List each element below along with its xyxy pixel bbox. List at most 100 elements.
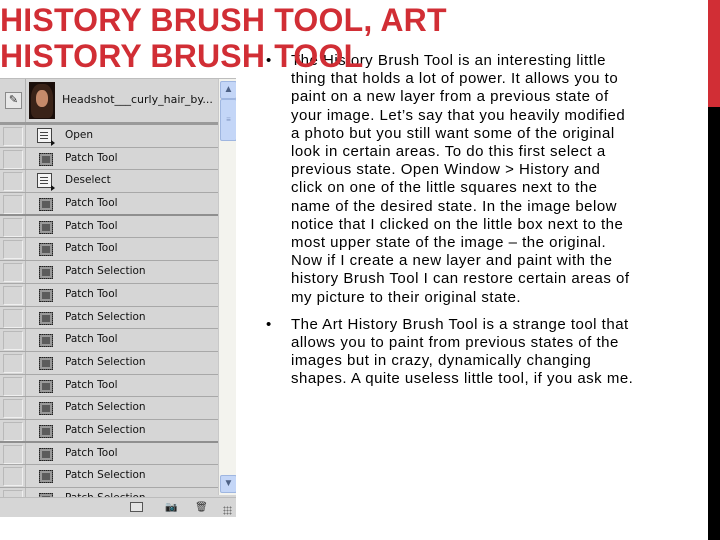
- history-state-row[interactable]: Patch Selection: [0, 306, 218, 330]
- row-divider: [25, 261, 26, 283]
- patch-icon: [39, 356, 53, 370]
- row-divider: [25, 215, 26, 238]
- history-scrollbar[interactable]: ▲ ≡ ▼: [218, 79, 236, 495]
- history-state-row[interactable]: Patch Selection: [0, 261, 218, 284]
- new-document-from-state-icon[interactable]: [130, 502, 143, 512]
- slide-title-line-2: HISTORY BRUSH TOOL: [0, 38, 364, 74]
- scroll-down-button[interactable]: ▼: [220, 475, 236, 493]
- thumbnail-face: [36, 90, 48, 107]
- history-source-checkbox[interactable]: [3, 285, 23, 305]
- history-source-checkbox[interactable]: [3, 127, 23, 146]
- row-divider: [25, 442, 26, 465]
- scroll-up-button[interactable]: ▲: [220, 81, 236, 99]
- history-panel-footer: 📷 🗑: [0, 497, 236, 517]
- history-state-row[interactable]: Patch Tool: [0, 442, 218, 466]
- history-state-label: Patch Tool: [65, 197, 118, 210]
- history-state-row[interactable]: Patch Tool: [0, 374, 218, 398]
- history-source-checkbox[interactable]: [3, 353, 23, 373]
- history-state-row[interactable]: Patch Tool: [0, 329, 218, 352]
- patch-icon: [39, 198, 53, 212]
- history-source-checkbox[interactable]: [3, 240, 23, 260]
- row-divider: [25, 329, 26, 351]
- row-divider: [25, 283, 26, 306]
- history-source-checkbox[interactable]: [3, 444, 23, 464]
- resize-grip[interactable]: [223, 506, 232, 515]
- row-divider: [25, 465, 26, 487]
- history-state-row[interactable]: Patch Tool: [0, 283, 218, 307]
- patch-icon: [39, 152, 53, 166]
- slide-content: • The History Brush Tool is an interesti…: [254, 52, 634, 398]
- history-brush-source-box[interactable]: ✎: [0, 79, 26, 122]
- bullet-text: The Art History Brush Tool is a strange …: [291, 315, 634, 388]
- history-source-checkbox[interactable]: [3, 149, 23, 169]
- row-divider: [25, 397, 26, 419]
- history-state-row[interactable]: Deselect: [0, 170, 218, 194]
- accent-side-bar: [708, 0, 720, 540]
- history-source-checkbox[interactable]: [3, 467, 23, 487]
- row-divider: [25, 419, 26, 441]
- document-icon: [37, 173, 55, 192]
- history-source-checkbox[interactable]: [3, 195, 23, 215]
- history-state-row[interactable]: Patch Tool: [0, 193, 218, 216]
- slide-title: HISTORY BRUSH TOOL, ART HISTORY BRUSH TO…: [0, 2, 447, 74]
- patch-icon: [39, 424, 53, 438]
- history-state-label: Patch Tool: [65, 151, 118, 164]
- history-state-row[interactable]: Patch Tool: [0, 238, 218, 262]
- patch-icon: [39, 447, 53, 461]
- history-state-label: Patch Tool: [65, 219, 118, 232]
- history-source-checkbox[interactable]: [3, 263, 23, 283]
- bullet-art-history-brush: • The Art History Brush Tool is a strang…: [254, 316, 634, 389]
- history-state-label: Deselect: [65, 174, 111, 187]
- bullet-marker: •: [266, 315, 272, 333]
- row-divider: [25, 170, 26, 193]
- row-divider: [25, 125, 26, 147]
- patch-icon: [39, 243, 53, 257]
- history-state-label: Patch Selection: [65, 469, 146, 482]
- history-state-label: Patch Selection: [65, 423, 146, 436]
- patch-icon: [39, 220, 53, 234]
- row-divider: [25, 306, 26, 329]
- history-state-label: Patch Selection: [65, 265, 146, 278]
- history-state-row[interactable]: Patch Selection: [0, 465, 218, 488]
- history-state-label: Patch Tool: [65, 242, 118, 255]
- snapshot-thumbnail: [29, 82, 55, 119]
- history-source-checkbox[interactable]: [3, 421, 23, 441]
- history-source-checkbox[interactable]: [3, 172, 23, 192]
- history-state-row[interactable]: Patch Selection: [0, 351, 218, 375]
- history-source-checkbox[interactable]: [3, 331, 23, 351]
- patch-icon: [39, 470, 53, 484]
- delete-state-icon[interactable]: 🗑: [195, 502, 208, 513]
- history-state-label: Patch Selection: [65, 355, 146, 368]
- history-panel: ✎ Headshot___curly_hair_by... Open Patch …: [0, 78, 236, 517]
- patch-icon: [39, 402, 53, 416]
- history-state-row[interactable]: Patch Selection: [0, 419, 218, 443]
- scroll-thumb[interactable]: ≡: [220, 99, 236, 141]
- create-snapshot-icon[interactable]: 📷: [165, 502, 178, 513]
- bullet-history-brush: • The History Brush Tool is an interesti…: [254, 52, 634, 307]
- history-state-label: Patch Selection: [65, 401, 146, 414]
- row-divider: [25, 193, 26, 214]
- row-divider: [25, 238, 26, 261]
- bullet-text: The History Brush Tool is an interesting…: [291, 52, 630, 306]
- document-icon: [37, 128, 55, 146]
- row-divider: [25, 374, 26, 397]
- history-state-label: Patch Tool: [65, 287, 118, 300]
- snapshot-name: Headshot___curly_hair_by...: [62, 93, 213, 106]
- slide-title-line-1: HISTORY BRUSH TOOL, ART: [0, 2, 447, 38]
- patch-icon: [39, 311, 53, 325]
- patch-icon: [39, 266, 53, 280]
- history-snapshot-row[interactable]: ✎ Headshot___curly_hair_by...: [0, 79, 218, 125]
- row-divider: [25, 147, 26, 170]
- history-state-row[interactable]: Patch Tool: [0, 215, 218, 239]
- patch-icon: [39, 379, 53, 393]
- patch-icon: [39, 288, 53, 302]
- history-state-label: Patch Tool: [65, 333, 118, 346]
- history-source-checkbox[interactable]: [3, 399, 23, 419]
- history-state-row[interactable]: Open: [0, 125, 218, 148]
- accent-side-bar-red: [708, 0, 720, 107]
- history-source-checkbox[interactable]: [3, 376, 23, 396]
- history-source-checkbox[interactable]: [3, 308, 23, 328]
- history-state-row[interactable]: Patch Tool: [0, 147, 218, 171]
- history-source-checkbox[interactable]: [3, 217, 23, 237]
- history-state-row[interactable]: Patch Selection: [0, 397, 218, 420]
